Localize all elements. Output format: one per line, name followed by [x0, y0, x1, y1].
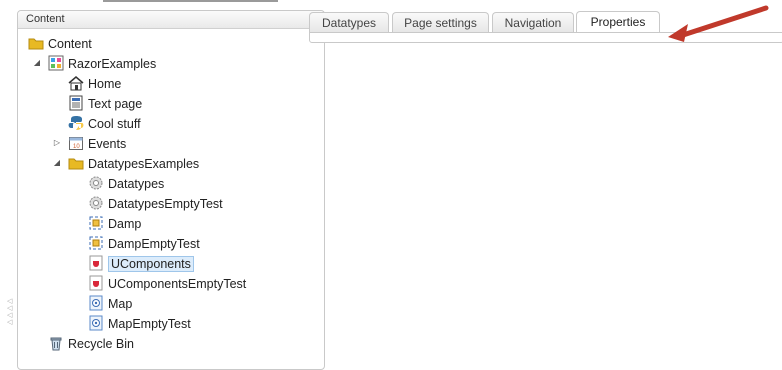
- damp-icon: [88, 235, 104, 251]
- tree-node-datatypesemptytest[interactable]: DatatypesEmptyTest: [88, 194, 223, 212]
- svg-text:10: 10: [73, 144, 80, 150]
- map-icon: [88, 295, 104, 311]
- tree-node-label: Content: [48, 36, 92, 51]
- expand-triangle-icon[interactable]: ◢: [52, 154, 62, 172]
- tree-node-label: Text page: [88, 96, 143, 111]
- tree-node-ucomponentsemptytest[interactable]: UComponentsEmptyTest: [88, 274, 246, 292]
- content-panel: Content Content ◢ RazorExamples Home Tex…: [17, 10, 325, 370]
- map-icon: [88, 315, 104, 331]
- tree-node-razorexamples[interactable]: ◢ RazorExamples: [34, 54, 157, 72]
- tree-node-content[interactable]: Content: [28, 34, 92, 52]
- tree-node-label: Home: [88, 76, 122, 91]
- content-tree: Content ◢ RazorExamples Home Text page C…: [18, 29, 324, 369]
- red-arrow-icon: [668, 5, 769, 42]
- folder-icon: [68, 155, 84, 171]
- ucomponents-icon: [88, 255, 104, 271]
- damp-icon: [88, 215, 104, 231]
- tab-datatypes[interactable]: Datatypes: [309, 12, 389, 32]
- tree-node-ucomponents[interactable]: UComponents: [88, 254, 194, 272]
- tree-node-label: Damp: [108, 216, 142, 231]
- tree-node-label: Events: [88, 136, 127, 151]
- collapsed-triangle-icon[interactable]: ▷: [52, 134, 62, 152]
- panel-resize-grip[interactable]: ◁ ◁ ◁ ◁: [7, 298, 13, 328]
- tree-node-label: Map: [108, 296, 133, 311]
- tree-node-dampemptytest[interactable]: DampEmptyTest: [88, 234, 200, 252]
- tree-node-label: DatatypesExamples: [88, 156, 200, 171]
- tree-node-map[interactable]: Map: [88, 294, 132, 312]
- tree-node-label: Datatypes: [108, 176, 165, 191]
- gear-icon: [88, 195, 104, 211]
- tree-node-label: Recycle Bin: [68, 336, 134, 351]
- panel-title: Content: [18, 11, 324, 29]
- tree-node-label: DampEmptyTest: [108, 236, 200, 251]
- tree-node-datatypesexamples[interactable]: ◢ DatatypesExamples: [54, 154, 200, 172]
- tree-node-recycle-bin[interactable]: Recycle Bin: [48, 334, 134, 352]
- tree-node-label: UComponents: [108, 255, 194, 272]
- tab-page-settings[interactable]: Page settings: [392, 12, 489, 32]
- tree-node-datatypes[interactable]: Datatypes: [88, 174, 164, 192]
- tree-node-label: DatatypesEmptyTest: [108, 196, 223, 211]
- tree-node-label: RazorExamples: [68, 56, 157, 71]
- tab-properties[interactable]: Properties: [576, 11, 660, 33]
- tree-node-damp[interactable]: Damp: [88, 214, 141, 232]
- calendar-icon: 10: [68, 135, 84, 151]
- home-icon: [68, 75, 84, 91]
- tree-node-label: UComponentsEmptyTest: [108, 276, 247, 291]
- python-icon: [68, 115, 84, 131]
- tab-navigation[interactable]: Navigation: [492, 12, 574, 32]
- folder-icon: [28, 35, 44, 51]
- tree-node-label: Cool stuff: [88, 116, 141, 131]
- site-icon: [48, 55, 64, 71]
- top-bar-border: [103, 0, 278, 2]
- expand-triangle-icon[interactable]: ◢: [32, 54, 42, 72]
- ucomponents-icon: [88, 275, 104, 291]
- tree-node-home[interactable]: Home: [68, 74, 121, 92]
- text-page-icon: [68, 95, 84, 111]
- tree-node-events[interactable]: ▷ 10 Events: [54, 134, 127, 152]
- recycle-bin-icon: [48, 335, 64, 351]
- tree-node-mapemptytest[interactable]: MapEmptyTest: [88, 314, 191, 332]
- tree-node-cool-stuff[interactable]: Cool stuff: [68, 114, 141, 132]
- tree-node-text-page[interactable]: Text page: [68, 94, 142, 112]
- tree-node-label: MapEmptyTest: [108, 316, 191, 331]
- gear-icon: [88, 175, 104, 191]
